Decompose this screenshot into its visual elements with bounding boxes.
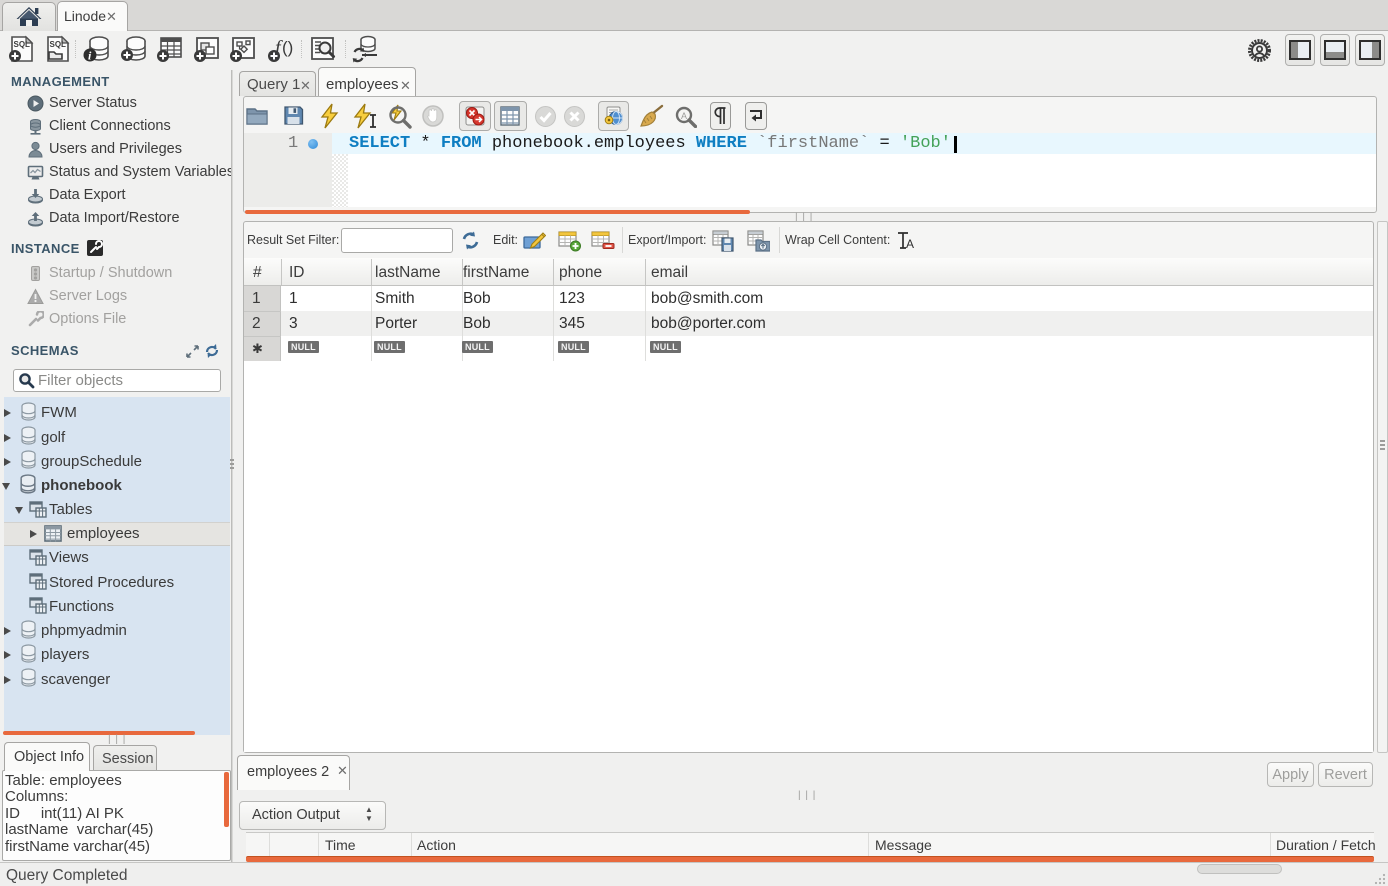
svg-text:SQL: SQL [14,40,31,49]
svg-text:A: A [906,237,914,250]
svg-text:SQL: SQL [50,40,67,49]
svg-text:(): () [282,38,293,57]
svg-text:A: A [681,111,687,121]
